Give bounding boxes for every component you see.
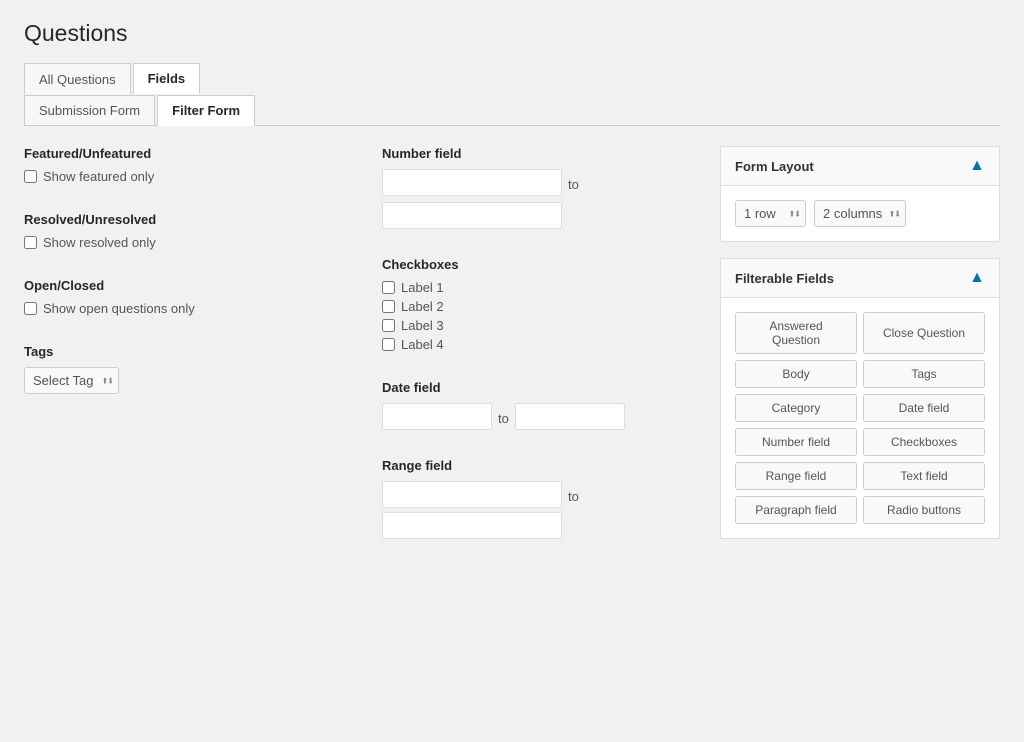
field-tag-number-field[interactable]: Number field (735, 428, 857, 456)
field-tag-paragraph-field[interactable]: Paragraph field (735, 496, 857, 524)
field-tag-tags[interactable]: Tags (863, 360, 985, 388)
checkbox-3[interactable] (382, 319, 395, 332)
tags-label: Tags (24, 344, 342, 359)
tab-all-questions[interactable]: All Questions (24, 63, 131, 94)
range-field-label: Range field (382, 458, 700, 473)
date-field-group: Date field to (382, 380, 700, 430)
sidebar: Form Layout ▲ 1 row 2 rows 3 rows 1 colu… (720, 146, 1000, 567)
tags-group: Tags Select Tag (24, 344, 342, 394)
subtab-filter-form[interactable]: Filter Form (157, 95, 255, 126)
page-title: Questions (24, 20, 1000, 47)
show-featured-only-checkbox[interactable] (24, 170, 37, 183)
field-tag-checkboxes[interactable]: Checkboxes (863, 428, 985, 456)
show-resolved-only-label: Show resolved only (43, 235, 156, 250)
checkboxes-group: Checkboxes Label 1 Label 2 Label 3 (382, 257, 700, 352)
open-closed-label: Open/Closed (24, 278, 342, 293)
show-open-only-checkbox[interactable] (24, 302, 37, 315)
number-field-label: Number field (382, 146, 700, 161)
checkbox-4[interactable] (382, 338, 395, 351)
form-layout-toggle-icon[interactable]: ▲ (969, 157, 985, 175)
checkbox-label-2: Label 2 (401, 299, 444, 314)
featured-unfeatured-label: Featured/Unfeatured (24, 146, 342, 161)
main-tabs: All Questions Fields (24, 63, 1000, 94)
show-featured-only-row[interactable]: Show featured only (24, 169, 342, 184)
row-select[interactable]: 1 row 2 rows 3 rows (735, 200, 806, 227)
checkbox-item-1[interactable]: Label 1 (382, 280, 700, 295)
form-layout-title: Form Layout (735, 159, 814, 174)
range-field-inputs: to (382, 481, 700, 539)
checkbox-2[interactable] (382, 300, 395, 313)
range-field-group: Range field to (382, 458, 700, 539)
field-tag-close-question[interactable]: Close Question (863, 312, 985, 354)
tab-fields[interactable]: Fields (133, 63, 201, 94)
checkbox-label-4: Label 4 (401, 337, 444, 352)
show-open-only-label: Show open questions only (43, 301, 195, 316)
filterable-fields-toggle-icon[interactable]: ▲ (969, 269, 985, 287)
filterable-fields-box: Filterable Fields ▲ Answered Question Cl… (720, 258, 1000, 539)
show-open-only-row[interactable]: Show open questions only (24, 301, 342, 316)
checkbox-label-1: Label 1 (401, 280, 444, 295)
date-field-label: Date field (382, 380, 700, 395)
filterable-fields-grid: Answered Question Close Question Body Ta… (735, 312, 985, 524)
column-select[interactable]: 1 column 2 columns 3 columns (814, 200, 906, 227)
number-field-from[interactable] (382, 169, 562, 196)
featured-unfeatured-group: Featured/Unfeatured Show featured only (24, 146, 342, 184)
checkbox-item-2[interactable]: Label 2 (382, 299, 700, 314)
filterable-fields-title: Filterable Fields (735, 271, 834, 286)
form-layout-selects: 1 row 2 rows 3 rows 1 column 2 columns 3… (735, 200, 985, 227)
checkbox-1[interactable] (382, 281, 395, 294)
row-select-wrapper: 1 row 2 rows 3 rows (735, 200, 806, 227)
sub-tabs: Submission Form Filter Form (24, 94, 1000, 126)
show-featured-only-label: Show featured only (43, 169, 154, 184)
subtab-submission-form[interactable]: Submission Form (24, 95, 155, 126)
select-tag-input[interactable]: Select Tag (24, 367, 119, 394)
form-area: Featured/Unfeatured Show featured only R… (24, 146, 700, 567)
number-range-from-row: to (382, 169, 579, 196)
number-range: to (382, 169, 700, 229)
field-tag-text-field[interactable]: Text field (863, 462, 985, 490)
field-tag-range-field[interactable]: Range field (735, 462, 857, 490)
filterable-fields-body: Answered Question Close Question Body Ta… (721, 298, 999, 538)
field-tag-radio-buttons[interactable]: Radio buttons (863, 496, 985, 524)
resolved-unresolved-group: Resolved/Unresolved Show resolved only (24, 212, 342, 250)
date-range: to (382, 403, 700, 430)
select-tag-wrapper: Select Tag (24, 367, 119, 394)
date-field-from[interactable] (382, 403, 492, 430)
checkbox-item-4[interactable]: Label 4 (382, 337, 700, 352)
number-field-group: Number field to (382, 146, 700, 229)
filterable-fields-header: Filterable Fields ▲ (721, 259, 999, 298)
column-select-wrapper: 1 column 2 columns 3 columns (814, 200, 906, 227)
range-to-label: to (568, 489, 579, 504)
date-field-to[interactable] (515, 403, 625, 430)
checkboxes-label: Checkboxes (382, 257, 700, 272)
number-field-to[interactable] (382, 202, 562, 229)
range-field-to[interactable] (382, 512, 562, 539)
open-closed-group: Open/Closed Show open questions only (24, 278, 342, 316)
checkboxes-list: Label 1 Label 2 Label 3 Label 4 (382, 280, 700, 352)
range-from-row: to (382, 481, 700, 508)
checkbox-label-3: Label 3 (401, 318, 444, 333)
show-resolved-only-checkbox[interactable] (24, 236, 37, 249)
field-tag-body[interactable]: Body (735, 360, 857, 388)
form-layout-body: 1 row 2 rows 3 rows 1 column 2 columns 3… (721, 186, 999, 241)
date-to-label: to (498, 411, 509, 426)
number-to-label: to (568, 177, 579, 192)
form-layout-box: Form Layout ▲ 1 row 2 rows 3 rows 1 colu… (720, 146, 1000, 242)
form-layout-header: Form Layout ▲ (721, 147, 999, 186)
field-tag-date-field[interactable]: Date field (863, 394, 985, 422)
field-tag-category[interactable]: Category (735, 394, 857, 422)
checkbox-item-3[interactable]: Label 3 (382, 318, 700, 333)
field-tag-answered-question[interactable]: Answered Question (735, 312, 857, 354)
range-field-from[interactable] (382, 481, 562, 508)
resolved-unresolved-label: Resolved/Unresolved (24, 212, 342, 227)
show-resolved-only-row[interactable]: Show resolved only (24, 235, 342, 250)
